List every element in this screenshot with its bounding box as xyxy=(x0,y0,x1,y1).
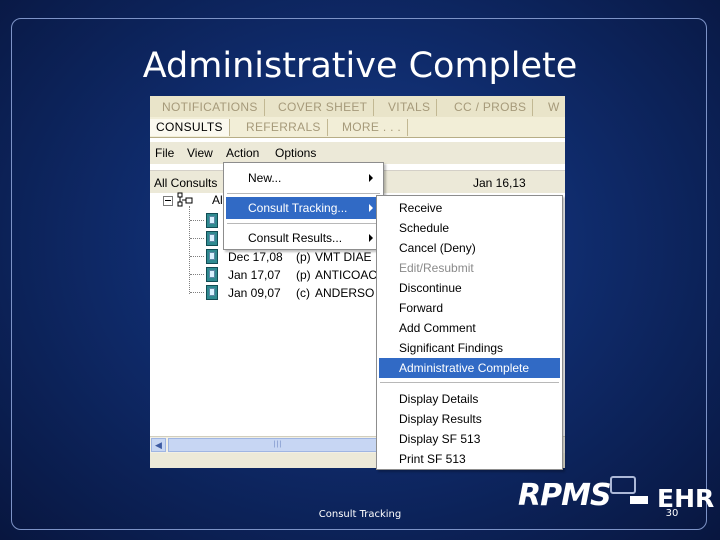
tree-branch xyxy=(190,220,204,221)
consult-document-icon xyxy=(206,249,218,264)
submenu-add-comment[interactable]: Add Comment xyxy=(379,318,560,338)
tree-row[interactable]: Jan 17,07 (p) ANTICOAC xyxy=(150,266,390,284)
submenu-display-sf513[interactable]: Display SF 513 xyxy=(379,429,560,449)
submenu-administrative-complete[interactable]: Administrative Complete xyxy=(379,358,560,378)
tab-referrals[interactable]: REFERRALS xyxy=(240,119,328,136)
menu-item-label: Consult Results... xyxy=(248,231,343,245)
menu-bar: File View Action Options xyxy=(150,142,565,164)
action-menu: New... Consult Tracking... Consult Resul… xyxy=(223,162,384,250)
row-date: Jan 17,07 xyxy=(228,268,281,282)
tree-node-icon xyxy=(177,192,193,207)
menu-file[interactable]: File xyxy=(155,146,174,160)
submenu-receive[interactable]: Receive xyxy=(379,198,560,218)
submenu-significant-findings[interactable]: Significant Findings xyxy=(379,338,560,358)
submenu-edit-resubmit: Edit/Resubmit xyxy=(399,261,474,275)
logo-ehr-text: EHR xyxy=(657,484,715,513)
row-date: Dec 17,08 xyxy=(228,250,283,264)
window-logo-icon xyxy=(610,476,636,494)
submenu-display-results[interactable]: Display Results xyxy=(379,409,560,429)
submenu-cancel-deny[interactable]: Cancel (Deny) xyxy=(379,238,560,258)
tree-branch xyxy=(190,292,204,293)
submenu-discontinue[interactable]: Discontinue xyxy=(379,278,560,298)
date-filter[interactable]: Jan 16,13 xyxy=(473,176,526,190)
tab-row-primary: NOTIFICATIONS COVER SHEET VITALS CC / PR… xyxy=(150,96,565,118)
consult-tracking-submenu: Receive Schedule Cancel (Deny) Edit/Resu… xyxy=(376,195,563,470)
menu-options[interactable]: Options xyxy=(275,146,316,160)
row-status: (c) xyxy=(296,286,310,300)
menu-view[interactable]: View xyxy=(187,146,213,160)
all-consults-label: All Consults xyxy=(154,176,218,190)
scroll-thumb[interactable]: ||| xyxy=(168,438,388,452)
menu-item-consult-results[interactable]: Consult Results... xyxy=(226,227,381,249)
row-name: ANDERSO xyxy=(315,286,375,300)
tab-more[interactable]: MORE . . . xyxy=(336,119,409,136)
menu-separator xyxy=(227,223,380,224)
tab-w[interactable]: W xyxy=(542,99,565,116)
consult-document-icon xyxy=(206,285,218,300)
tab-notifications[interactable]: NOTIFICATIONS xyxy=(156,99,265,116)
row-status: (p) xyxy=(296,250,311,264)
tree-row[interactable]: Jan 09,07 (c) ANDERSO xyxy=(150,284,390,302)
tab-vitals[interactable]: VITALS xyxy=(382,99,438,116)
menu-separator xyxy=(227,193,380,194)
menu-item-label: Consult Tracking... xyxy=(248,201,348,215)
consult-document-icon xyxy=(206,231,218,246)
logo-rpms-text: RPMS xyxy=(518,478,612,513)
tab-cc-probs[interactable]: CC / PROBS xyxy=(448,99,534,116)
submenu-arrow-icon xyxy=(369,204,373,212)
slide-title: Administrative Complete xyxy=(142,46,578,86)
submenu-arrow-icon xyxy=(369,174,373,182)
submenu-arrow-icon xyxy=(369,234,373,242)
rpms-ehr-logo: RPMS EHR xyxy=(512,476,714,516)
scroll-left-icon[interactable]: ◀ xyxy=(151,438,166,452)
logo-divider xyxy=(630,496,648,504)
menu-separator xyxy=(380,382,559,383)
tree-row[interactable]: Dec 17,08 (p) VMT DIAE xyxy=(150,248,390,266)
menu-item-new[interactable]: New... xyxy=(226,167,381,189)
submenu-schedule[interactable]: Schedule xyxy=(379,218,560,238)
row-name: ANTICOAC xyxy=(315,268,378,282)
tree-branch xyxy=(190,238,204,239)
consult-document-icon xyxy=(206,267,218,282)
menu-item-consult-tracking[interactable]: Consult Tracking... xyxy=(226,197,381,219)
submenu-forward[interactable]: Forward xyxy=(379,298,560,318)
submenu-print-sf513[interactable]: Print SF 513 xyxy=(379,449,560,469)
consult-document-icon xyxy=(206,213,218,228)
collapse-icon[interactable] xyxy=(163,196,173,206)
menu-item-label: New... xyxy=(248,171,282,185)
tab-cover-sheet[interactable]: COVER SHEET xyxy=(272,99,375,116)
row-status: (p) xyxy=(296,268,311,282)
row-name: VMT DIAE xyxy=(315,250,372,264)
row-date: Jan 09,07 xyxy=(228,286,281,300)
tree-branch xyxy=(190,256,204,257)
menu-action[interactable]: Action xyxy=(226,146,259,160)
submenu-display-details[interactable]: Display Details xyxy=(379,389,560,409)
tab-row-secondary: CONSULTS REFERRALS MORE . . . xyxy=(150,117,565,138)
tree-root-label[interactable]: Al xyxy=(212,193,223,207)
tab-consults[interactable]: CONSULTS xyxy=(150,119,230,136)
tree-branch xyxy=(190,274,204,275)
